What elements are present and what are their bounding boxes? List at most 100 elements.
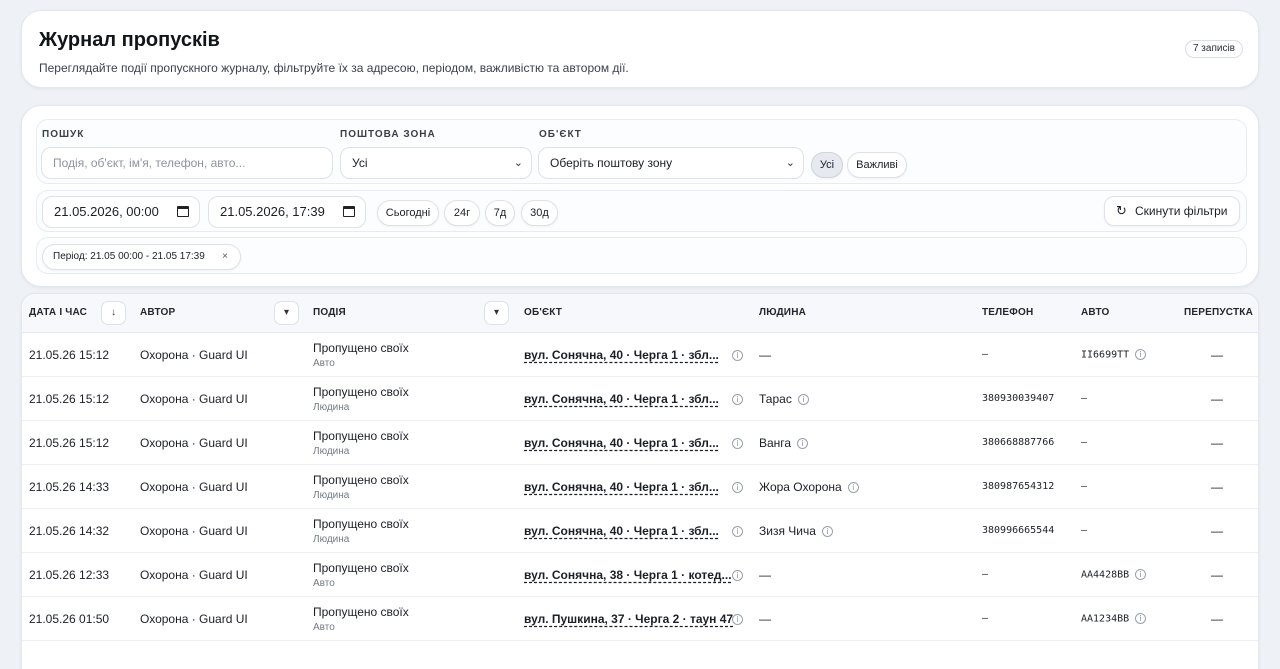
table-row[interactable]: 21.05.26 01:50 Охорона · Guard UI Пропущен… <box>22 597 1258 641</box>
row-car-plate: – <box>1081 525 1088 536</box>
row-object-link[interactable]: вул. Сонячна, 40 · Черга 1 · збл... <box>524 348 719 362</box>
row-pass: — <box>1211 348 1223 362</box>
row-car-plate: – <box>1081 481 1088 492</box>
table-row[interactable]: 21.05.26 14:32 Охорона · Guard UI Пропущен… <box>22 509 1258 553</box>
row-person-name: — <box>759 612 771 626</box>
row-object-link[interactable]: вул. Сонячна, 40 · Черга 1 · збл... <box>524 392 719 406</box>
calendar-icon[interactable] <box>343 206 355 217</box>
info-icon[interactable]: i <box>1135 349 1147 360</box>
date-to-input[interactable]: 21.05.2026, 17:39 <box>208 196 366 228</box>
row-event: Пропущено своїх <box>313 561 409 575</box>
importance-all-button[interactable]: Усі <box>811 152 843 178</box>
row-person-name: Тарас <box>759 392 792 406</box>
row-person: — <box>759 568 771 582</box>
row-object-link[interactable]: вул. Сонячна, 40 · Черга 1 · збл... <box>524 480 719 494</box>
row-person: Зизя Чича i <box>759 524 833 538</box>
info-icon[interactable]: i <box>732 480 743 494</box>
row-pass: — <box>1211 612 1223 626</box>
close-icon[interactable]: × <box>222 245 228 269</box>
row-object-link[interactable]: вул. Сонячна, 40 · Черга 1 · збл... <box>524 436 719 450</box>
row-author: Охорона · Guard UI <box>140 612 248 626</box>
filters-panel: ПОШУК Подія, об'єкт, ім'я, телефон, авто… <box>21 105 1259 287</box>
row-object-text: вул. Сонячна, 38 · Черга 1 · котед... <box>524 568 732 582</box>
row-object-text: вул. Сонячна, 40 · Черга 1 · збл... <box>524 348 719 362</box>
quick-30d-button[interactable]: 30д <box>521 200 558 226</box>
info-icon[interactable]: i <box>732 436 743 450</box>
page-title: Журнал пропусків <box>39 29 220 51</box>
author-filter-dropdown[interactable]: ▾ <box>274 301 299 325</box>
row-pass: — <box>1211 524 1223 538</box>
quick-24h-button[interactable]: 24г <box>444 200 480 226</box>
row-car: AA1234BB i <box>1081 613 1147 625</box>
row-author: Охорона · Guard UI <box>140 568 248 582</box>
info-icon[interactable]: i <box>1135 613 1147 624</box>
row-car-plate: II6699TT <box>1081 349 1130 361</box>
row-event: Пропущено своїх <box>313 473 409 487</box>
row-car: II6699TT i <box>1081 349 1147 361</box>
row-object-link[interactable]: вул. Сонячна, 38 · Черга 1 · котед... <box>524 568 732 582</box>
row-event: Пропущено своїх <box>313 517 409 531</box>
row-author: Охорона · Guard UI <box>140 348 248 362</box>
info-icon[interactable]: i <box>732 392 743 406</box>
search-input[interactable]: Подія, об'єкт, ім'я, телефон, авто... <box>41 147 333 179</box>
header-card: Журнал пропусків Переглядайте події проп… <box>21 10 1259 88</box>
row-author: Охорона · Guard UI <box>140 392 248 406</box>
quick-7d-button[interactable]: 7д <box>485 200 515 226</box>
row-datetime: 21.05.26 14:33 <box>29 480 110 494</box>
table-row[interactable]: 21.05.26 12:33 Охорона · Guard UI Пропущен… <box>22 553 1258 597</box>
row-event: Пропущено своїх <box>313 341 409 355</box>
row-phone: 380996665544 <box>982 525 1055 536</box>
calendar-icon[interactable] <box>177 206 189 217</box>
period-chip-label: Період: 21.05 00:00 - 21.05 17:39 <box>53 251 205 262</box>
info-icon[interactable]: i <box>821 526 833 538</box>
row-author: Охорона · Guard UI <box>140 524 248 538</box>
row-car-plate: AA4428BB <box>1081 569 1130 581</box>
object-label: ОБ'ЄКТ <box>539 129 582 140</box>
table-row[interactable]: 21.05.26 15:12 Охорона · Guard UI Пропущен… <box>22 421 1258 465</box>
quick-today-button[interactable]: Сьогодні <box>377 200 439 226</box>
row-person: Жора Охорона i <box>759 480 859 494</box>
row-datetime: 21.05.26 15:12 <box>29 392 110 406</box>
table-row[interactable]: 21.05.26 15:12 Охорона · Guard UI Пропущен… <box>22 333 1258 377</box>
info-icon[interactable]: i <box>732 524 743 538</box>
info-icon[interactable]: i <box>732 348 743 362</box>
reset-icon: ↻ <box>1116 203 1127 218</box>
row-datetime: 21.05.26 12:33 <box>29 568 110 582</box>
row-person: Ванга i <box>759 436 809 450</box>
zone-select[interactable]: Усі ⌄ <box>340 147 532 179</box>
row-object-link[interactable]: вул. Пушкина, 37 · Черга 2 · таун 47 <box>524 612 733 626</box>
object-select[interactable]: Оберіть поштову зону ⌄ <box>538 147 804 179</box>
info-icon[interactable]: i <box>847 482 859 494</box>
row-event-type: Людина <box>313 446 350 457</box>
sort-arrow-icon[interactable]: ↓ <box>101 301 126 325</box>
info-icon[interactable]: i <box>732 568 743 582</box>
record-count-badge: 7 записів <box>1184 40 1243 58</box>
row-person: — <box>759 612 771 626</box>
column-author: АВТОР <box>140 307 176 318</box>
row-event: Пропущено своїх <box>313 385 409 399</box>
column-pass: ПЕРЕПУСТКА <box>1184 307 1254 318</box>
info-icon[interactable]: i <box>1135 569 1147 580</box>
period-filter-chip[interactable]: Період: 21.05 00:00 - 21.05 17:39 × <box>42 244 241 270</box>
column-object: ОБ'ЄКТ <box>524 307 563 318</box>
date-from-value: 21.05.2026, 00:00 <box>54 204 159 219</box>
row-person: Тарас i <box>759 392 809 406</box>
importance-important-button[interactable]: Важливі <box>847 152 907 178</box>
row-car: – <box>1081 393 1087 404</box>
table-row[interactable]: 21.05.26 15:12 Охорона · Guard UI Пропущен… <box>22 377 1258 421</box>
info-icon[interactable]: i <box>797 438 809 450</box>
event-filter-dropdown[interactable]: ▾ <box>484 301 509 325</box>
row-person-name: Ванга <box>759 436 792 450</box>
reset-filters-button[interactable]: ↻ Скинути фільтри <box>1104 196 1240 226</box>
date-from-input[interactable]: 21.05.2026, 00:00 <box>42 196 200 228</box>
row-object-link[interactable]: вул. Сонячна, 40 · Черга 1 · збл... <box>524 524 719 538</box>
column-car: АВТО <box>1081 307 1110 318</box>
zone-label: ПОШТОВА ЗОНА <box>340 129 436 140</box>
column-datetime: ДАТА І ЧАС <box>29 307 88 318</box>
row-event-type: Авто <box>313 622 335 633</box>
row-object-text: вул. Сонячна, 40 · Черга 1 · збл... <box>524 480 719 494</box>
row-phone: 380930039407 <box>982 393 1055 404</box>
info-icon[interactable]: i <box>797 394 809 406</box>
info-icon[interactable]: i <box>732 612 743 626</box>
table-row[interactable]: 21.05.26 14:33 Охорона · Guard UI Пропущен… <box>22 465 1258 509</box>
